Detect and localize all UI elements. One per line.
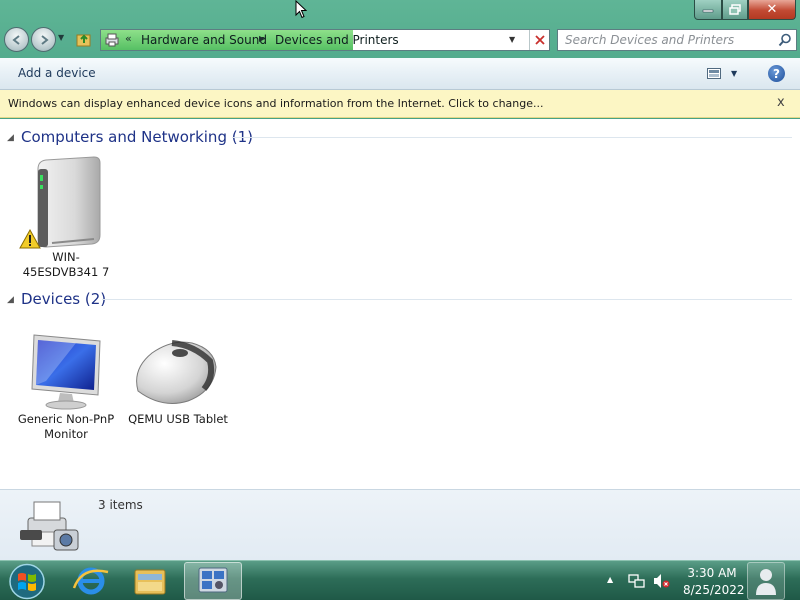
device-monitor[interactable]: Generic Non-PnP Monitor: [16, 331, 116, 446]
help-icon[interactable]: ?: [768, 65, 785, 82]
up-folder-icon[interactable]: [76, 31, 92, 47]
volume-muted-icon[interactable]: [653, 573, 670, 589]
maximize-button[interactable]: [722, 0, 748, 20]
stop-x-icon: [534, 35, 545, 45]
address-history-dropdown[interactable]: ▼: [509, 35, 515, 44]
address-bar[interactable]: « Hardware and Sound ▶ Devices and Print…: [100, 29, 550, 51]
explorer-window: ✕ ▼ « Hardware and Sound ▶ Devices and P…: [0, 0, 800, 560]
mouse-pointer-icon: [295, 0, 307, 19]
minimize-button[interactable]: [694, 0, 722, 20]
add-device-button[interactable]: Add a device: [18, 66, 96, 80]
taskbar-internet-explorer[interactable]: [62, 562, 120, 600]
close-button[interactable]: ✕: [748, 0, 796, 20]
title-bar[interactable]: ✕: [0, 0, 800, 24]
taskbar-devices-and-printers[interactable]: [184, 562, 242, 600]
group-header-computers[interactable]: ◢ Computers and Networking (1): [0, 127, 800, 149]
devices-and-printers-icon: [20, 501, 79, 551]
internet-explorer-icon: [72, 567, 109, 595]
breadcrumb-hardware-and-sound[interactable]: Hardware and Sound: [141, 33, 267, 47]
group-divider: [232, 137, 792, 138]
collapse-arrow-icon[interactable]: ◢: [7, 133, 14, 143]
device-label: Generic Non-PnP Monitor: [17, 412, 115, 441]
collapse-arrow-icon[interactable]: ◢: [7, 295, 14, 305]
group-divider: [102, 299, 792, 300]
forward-arrow-icon: [40, 34, 49, 45]
breadcrumb-separator-icon[interactable]: ▶: [259, 34, 265, 43]
network-icon[interactable]: [628, 574, 645, 589]
devices-printers-icon: [105, 33, 119, 47]
device-usb-tablet[interactable]: QEMU USB Tablet: [128, 331, 228, 446]
item-count: 3 items: [98, 498, 143, 512]
user-icon: [756, 569, 776, 595]
windows-explorer-icon: [134, 569, 166, 595]
group-title: Computers and Networking (1): [21, 128, 253, 146]
device-list: ◢ Computers and Networking (1) WIN-45ESD…: [0, 119, 800, 489]
infobar-message[interactable]: Windows can display enhanced device icon…: [8, 97, 544, 110]
search-input[interactable]: Search Devices and Printers: [557, 29, 797, 51]
infobar-close-button[interactable]: x: [777, 95, 785, 110]
device-computer[interactable]: WIN-45ESDVB341 7: [16, 155, 116, 285]
warning-icon: [19, 229, 41, 249]
breadcrumb-overflow[interactable]: «: [125, 32, 132, 45]
start-button[interactable]: [7, 563, 47, 600]
group-title: Devices (2): [21, 290, 107, 308]
search-placeholder: Search Devices and Printers: [565, 33, 735, 47]
clock-date[interactable]: 8/25/2022: [683, 583, 745, 597]
restore-icon: [729, 4, 741, 15]
information-bar[interactable]: Windows can display enhanced device icon…: [0, 90, 800, 118]
details-pane: 3 items: [0, 489, 800, 560]
group-header-devices[interactable]: ◢ Devices (2): [0, 289, 800, 311]
recent-pages-dropdown[interactable]: ▼: [58, 33, 64, 42]
breadcrumb-devices-and-printers[interactable]: Devices and Printers: [275, 33, 399, 47]
change-view-icon[interactable]: [707, 68, 721, 79]
back-arrow-icon: [11, 34, 20, 45]
forward-button[interactable]: [31, 27, 56, 52]
taskbar: ▲ 3:30 AM 8/25/2022: [0, 560, 800, 600]
show-hidden-icons-button[interactable]: ▲: [607, 575, 613, 584]
stop-button[interactable]: [529, 30, 549, 50]
clock-time[interactable]: 3:30 AM: [683, 566, 741, 580]
device-label: QEMU USB Tablet: [128, 412, 228, 426]
mouse-icon: [136, 340, 217, 404]
navigation-bar: ▼ « Hardware and Sound ▶ Devices and Pri…: [0, 24, 800, 58]
monitor-icon: [31, 334, 101, 410]
minimize-icon: [702, 9, 714, 12]
back-button[interactable]: [4, 27, 29, 52]
view-options-dropdown[interactable]: ▼: [731, 69, 737, 78]
devices-and-printers-icon: [198, 567, 228, 593]
search-icon[interactable]: [778, 33, 792, 47]
taskbar-windows-explorer[interactable]: [121, 562, 179, 600]
command-bar: Add a device ▼ ?: [0, 58, 800, 90]
device-label: WIN-45ESDVB341 7: [22, 250, 110, 279]
user-tile-button[interactable]: [747, 562, 785, 600]
